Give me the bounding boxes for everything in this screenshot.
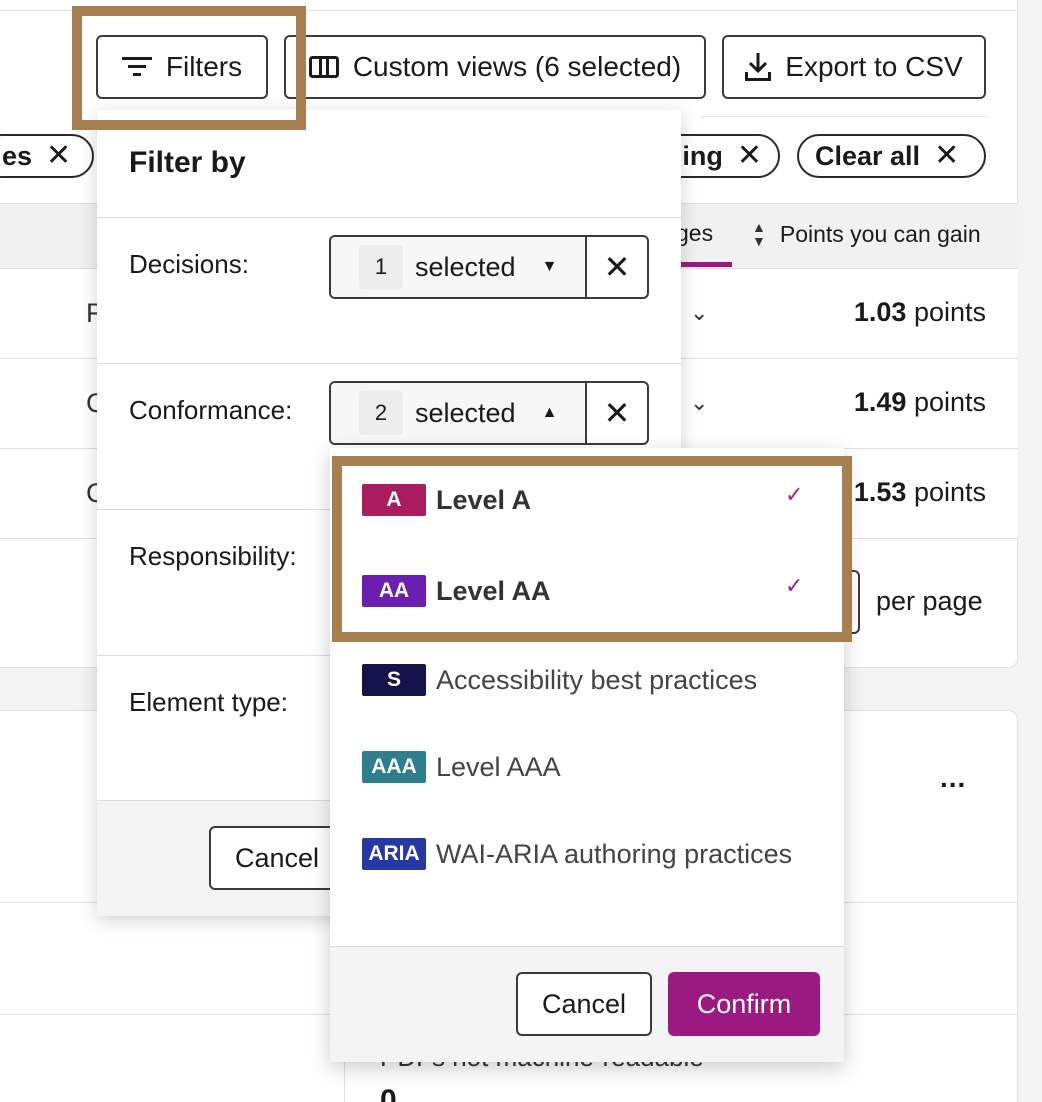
clear-decisions-button[interactable]: ✕: [585, 237, 647, 297]
filter-icon: [121, 56, 152, 78]
level-badge: AA: [362, 575, 426, 607]
selected-count: 2: [359, 391, 403, 435]
column-header-pages[interactable]: ges: [676, 220, 713, 247]
more-options-icon[interactable]: ...: [940, 762, 966, 794]
close-icon[interactable]: ✕: [737, 141, 762, 171]
option-label: Level A: [436, 484, 532, 515]
conformance-dropdown: A Level A ✓ AA Level AA ✓ S Accessibilit…: [330, 448, 844, 1062]
divider: [97, 363, 681, 364]
option-level-aa[interactable]: AA Level AA: [362, 575, 551, 607]
check-icon: ✓: [785, 482, 804, 507]
per-page-label: per page: [876, 586, 983, 616]
check-icon: ✓: [785, 573, 804, 598]
option-label: Level AAA: [436, 751, 561, 782]
conformance-select[interactable]: 2 selected ▲ ✕: [329, 381, 649, 445]
option-label: WAI-ARIA authoring practices: [436, 838, 793, 869]
chevron-down-icon[interactable]: ⌄: [690, 390, 708, 416]
filters-button[interactable]: Filters: [96, 35, 268, 99]
download-icon: [745, 53, 772, 81]
level-badge: AAA: [362, 751, 426, 783]
decisions-label: Decisions:: [129, 249, 249, 279]
page-root: Filters Custom views (6 selected) Export…: [0, 0, 1042, 1102]
option-best-practices[interactable]: S Accessibility best practices: [362, 664, 757, 696]
custom-views-label: Custom views (6 selected): [352, 51, 682, 82]
clear-all-label: Clear all: [815, 140, 921, 171]
decisions-select[interactable]: 1 selected ▼ ✕: [329, 235, 649, 299]
dropdown-cancel-button[interactable]: Cancel: [516, 972, 652, 1036]
selected-text: selected: [415, 251, 516, 282]
divider: [97, 217, 681, 218]
level-badge: ARIA: [362, 838, 426, 870]
chip-label: es: [2, 140, 33, 171]
option-label: Level AA: [436, 575, 551, 606]
element-type-label: Element type:: [129, 687, 288, 717]
columns-icon: [308, 56, 339, 78]
chip-label: ing: [682, 140, 723, 171]
conformance-select-toggle[interactable]: 2 selected ▲: [331, 383, 585, 443]
level-badge: A: [362, 484, 426, 516]
close-icon[interactable]: ✕: [934, 141, 959, 171]
metric-value: 0: [380, 1084, 397, 1102]
responsibility-label: Responsibility:: [129, 541, 297, 571]
option-label: Accessibility best practices: [436, 664, 758, 695]
sort-icon: ▲ ▼: [752, 219, 766, 249]
level-badge: S: [362, 664, 426, 696]
selected-count: 1: [359, 245, 403, 289]
divider: [0, 10, 1018, 11]
decisions-select-toggle[interactable]: 1 selected ▼: [331, 237, 585, 297]
close-icon: ✕: [603, 395, 631, 431]
sort-active-indicator: [676, 262, 732, 267]
export-label: Export to CSV: [785, 51, 963, 82]
chevron-down-icon[interactable]: ⌄: [690, 300, 708, 326]
close-icon[interactable]: ✕: [46, 141, 71, 171]
filters-label: Filters: [165, 51, 243, 82]
export-csv-button[interactable]: Export to CSV: [722, 35, 986, 99]
caret-up-icon: ▲: [541, 404, 558, 421]
filter-title: Filter by: [129, 146, 246, 179]
option-wai-aria[interactable]: ARIA WAI-ARIA authoring practices: [362, 838, 792, 870]
points-value: 1.49 points: [853, 387, 986, 417]
filter-chip[interactable]: es ✕: [0, 134, 94, 178]
option-level-a[interactable]: A Level A: [362, 484, 531, 516]
selected-text: selected: [415, 397, 516, 428]
option-level-aaa[interactable]: AAA Level AAA: [362, 751, 561, 783]
caret-down-icon: ▼: [541, 258, 558, 275]
clear-all-chip[interactable]: Clear all ✕: [797, 134, 986, 178]
dropdown-confirm-button[interactable]: Confirm: [668, 972, 820, 1036]
close-icon: ✕: [603, 249, 631, 285]
points-value: 1.53 points: [853, 477, 986, 507]
filter-cancel-button[interactable]: Cancel: [209, 826, 349, 890]
clear-conformance-button[interactable]: ✕: [585, 383, 647, 443]
divider: [700, 116, 986, 117]
points-value: 1.03 points: [853, 297, 986, 327]
conformance-label: Conformance:: [129, 395, 293, 425]
custom-views-button[interactable]: Custom views (6 selected): [284, 35, 706, 99]
column-header-points-label: Points you can gain: [779, 220, 981, 247]
column-header-points[interactable]: ▲ ▼ Points you can gain: [752, 220, 981, 248]
